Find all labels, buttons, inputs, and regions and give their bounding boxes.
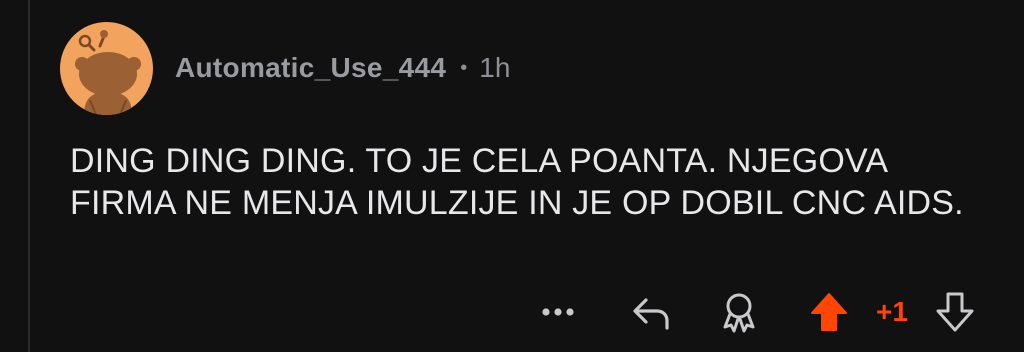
award-icon — [723, 293, 755, 333]
snoo-avatar-icon — [75, 30, 141, 115]
downvote-icon — [936, 292, 974, 332]
comment: Automatic_Use_444 • 1h DING DING DING. T… — [0, 0, 1024, 352]
reply-icon — [633, 298, 669, 330]
avatar[interactable] — [60, 22, 153, 115]
upvote-icon — [811, 293, 847, 331]
more-icon — [542, 308, 574, 316]
more-options-button[interactable] — [538, 288, 578, 336]
meta-separator: • — [460, 56, 468, 79]
downvote-button[interactable] — [932, 288, 978, 336]
comment-actions: +1 — [0, 288, 1024, 336]
username-link[interactable]: Automatic_Use_444 — [175, 52, 446, 84]
reply-button[interactable] — [628, 288, 674, 336]
vote-score: +1 — [876, 296, 908, 327]
comment-meta: Automatic_Use_444 • 1h — [175, 48, 510, 88]
award-button[interactable] — [716, 288, 762, 336]
timestamp: 1h — [479, 52, 511, 83]
upvote-button[interactable] — [806, 288, 852, 336]
comment-body: DING DING DING. TO JE CELA POANTA. NJEGO… — [70, 142, 964, 222]
